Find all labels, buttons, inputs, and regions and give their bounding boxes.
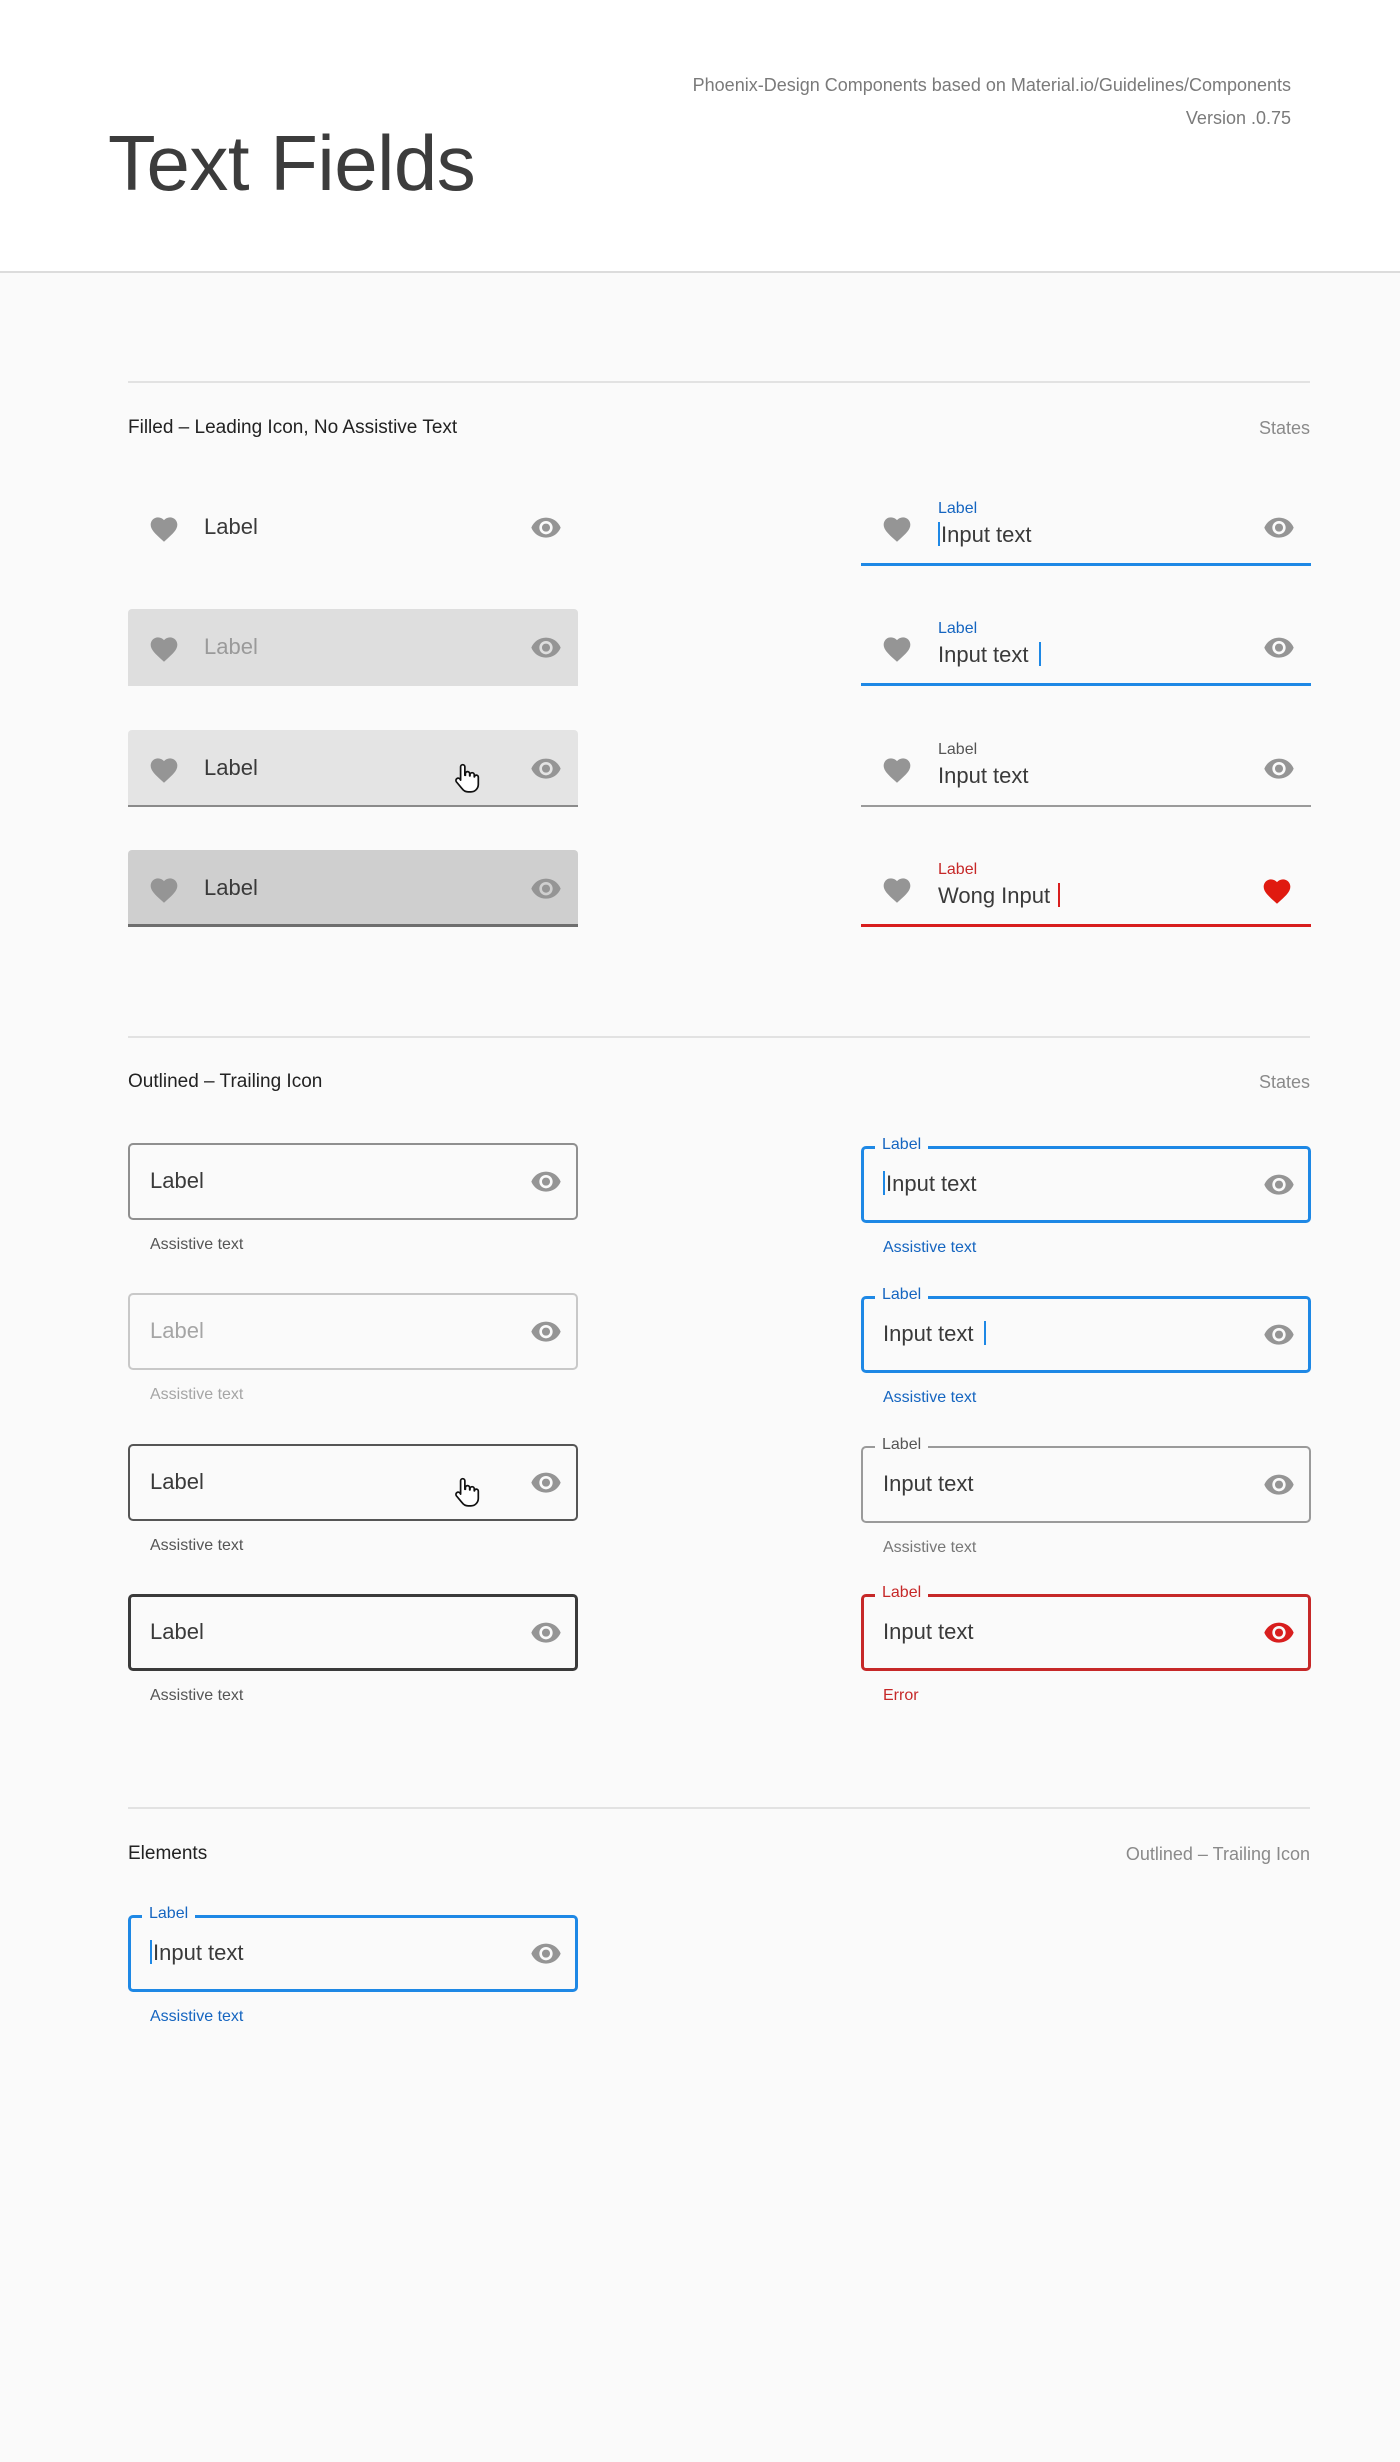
- field-input-value[interactable]: Input text: [883, 1471, 974, 1497]
- text-caret: [983, 1321, 986, 1345]
- field-label: Label: [938, 741, 978, 758]
- field-label: Label: [150, 1469, 204, 1494]
- assistive-text: Assistive text: [883, 1539, 977, 1556]
- outlined-field-error[interactable]: Label Input text Error: [861, 1584, 1311, 1704]
- page-header: Text Fields Phoenix-Design Components ba…: [0, 0, 1400, 273]
- field-label: Label: [875, 1286, 929, 1304]
- outlined-field-disabled: Label Assistive text: [128, 1293, 578, 1403]
- outlined-field-hover[interactable]: Label Assistive text: [128, 1444, 578, 1554]
- field-label: Label: [204, 514, 258, 539]
- hand-pointer-icon: [455, 763, 480, 793]
- eye-icon[interactable]: [530, 1942, 562, 1964]
- assistive-text: Assistive text: [883, 1239, 977, 1256]
- field-input-value[interactable]: Wong Input: [938, 883, 1061, 909]
- eye-icon[interactable]: [1263, 757, 1295, 779]
- section-divider: [128, 1807, 1310, 1809]
- section-divider: [128, 1036, 1310, 1038]
- section-note: States: [1258, 418, 1310, 438]
- field-input-value[interactable]: Input text: [883, 1321, 986, 1347]
- eye-icon[interactable]: [1263, 1323, 1295, 1345]
- assistive-text: Assistive text: [150, 1236, 244, 1253]
- field-input-value[interactable]: Input text: [938, 642, 1041, 668]
- heart-icon: [150, 637, 178, 662]
- eye-icon: [531, 637, 561, 658]
- filled-field-typing[interactable]: Label Input text: [861, 609, 1311, 686]
- field-label: Label: [204, 634, 258, 659]
- outlined-field-pressed[interactable]: Label Assistive text: [128, 1594, 578, 1704]
- eye-icon[interactable]: [530, 877, 562, 899]
- filled-field-error[interactable]: Label Wong Input: [861, 850, 1311, 927]
- heart-icon: [1263, 879, 1291, 904]
- filled-field-disabled: Label: [128, 609, 578, 686]
- filled-field-filled[interactable]: Label Input text: [861, 730, 1311, 807]
- text-caret: [883, 1171, 885, 1195]
- field-label: Label: [150, 1168, 204, 1193]
- section-note: Outlined – Trailing Icon: [1125, 1844, 1310, 1864]
- field-input-value[interactable]: Input text: [938, 522, 1032, 548]
- heart-icon: [150, 758, 178, 783]
- error-text: Error: [883, 1687, 919, 1704]
- section-title: Elements: [128, 1843, 208, 1864]
- heart-icon: [150, 878, 178, 903]
- field-label: Label: [204, 875, 258, 900]
- hand-pointer-icon: [455, 1477, 480, 1507]
- assistive-text: Assistive text: [150, 1386, 244, 1403]
- text-caret: [1058, 883, 1061, 907]
- field-label: Label: [875, 1584, 929, 1602]
- field-input-value[interactable]: Input text: [938, 763, 1029, 789]
- section-note: States: [1258, 1072, 1310, 1092]
- assistive-text: Assistive text: [150, 2008, 244, 2025]
- outlined-field-filled[interactable]: Label Input text Assistive text: [861, 1436, 1311, 1556]
- eye-icon[interactable]: [1263, 636, 1295, 658]
- heart-icon: [150, 517, 178, 542]
- field-label: Label: [938, 861, 978, 878]
- eye-icon: [531, 1321, 561, 1342]
- page-title: Text Fields: [108, 119, 476, 207]
- field-label: Label: [150, 1318, 204, 1343]
- text-caret: [150, 1940, 152, 1964]
- field-label: Label: [204, 755, 258, 780]
- outlined-field-typing[interactable]: Label Input text Assistive text: [861, 1286, 1311, 1406]
- eye-icon[interactable]: [530, 1170, 562, 1192]
- field-label: Label: [938, 620, 978, 637]
- section-divider: [128, 381, 1310, 383]
- assistive-text: Assistive text: [150, 1687, 244, 1704]
- eye-icon[interactable]: [530, 757, 562, 779]
- field-label: Label: [150, 1619, 204, 1644]
- heart-icon: [883, 758, 911, 783]
- outlined-field-enabled[interactable]: Label Assistive text: [128, 1143, 578, 1253]
- source-note: Phoenix-Design Components based on Mater…: [692, 75, 1291, 95]
- eye-icon[interactable]: [530, 1471, 562, 1493]
- outlined-field-element[interactable]: Label Input text Assistive text: [128, 1905, 578, 2025]
- field-label: Label: [875, 1436, 929, 1454]
- field-label: Label: [938, 500, 978, 517]
- assistive-text: Assistive text: [883, 1389, 977, 1406]
- eye-icon[interactable]: [530, 516, 562, 538]
- eye-icon[interactable]: [530, 1621, 562, 1643]
- eye-icon[interactable]: [1263, 1473, 1295, 1495]
- field-input-value[interactable]: Input text: [883, 1619, 974, 1645]
- heart-icon: [883, 878, 911, 903]
- field-input-value[interactable]: Input text: [150, 1940, 244, 1966]
- version-note: Version .0.75: [1185, 108, 1291, 128]
- heart-icon: [883, 517, 911, 542]
- outlined-field-focused[interactable]: Label Input text Assistive text: [861, 1136, 1311, 1256]
- filled-field-focused[interactable]: Label Input text: [861, 489, 1311, 566]
- field-input-value[interactable]: Input text: [883, 1171, 977, 1197]
- section-title: Filled – Leading Icon, No Assistive Text: [128, 417, 458, 438]
- field-label: Label: [142, 1905, 196, 1923]
- eye-icon[interactable]: [1263, 1173, 1295, 1195]
- section-title: Outlined – Trailing Icon: [128, 1071, 323, 1092]
- eye-icon[interactable]: [1263, 1621, 1295, 1643]
- field-label: Label: [875, 1136, 929, 1154]
- assistive-text: Assistive text: [150, 1537, 244, 1554]
- text-caret: [1038, 642, 1041, 666]
- text-caret: [938, 522, 940, 546]
- heart-icon: [883, 637, 911, 662]
- eye-icon[interactable]: [1263, 516, 1295, 538]
- filled-field-enabled[interactable]: Label: [128, 489, 578, 566]
- filled-field-pressed[interactable]: Label: [128, 850, 578, 927]
- filled-field-hover[interactable]: Label: [128, 730, 578, 807]
